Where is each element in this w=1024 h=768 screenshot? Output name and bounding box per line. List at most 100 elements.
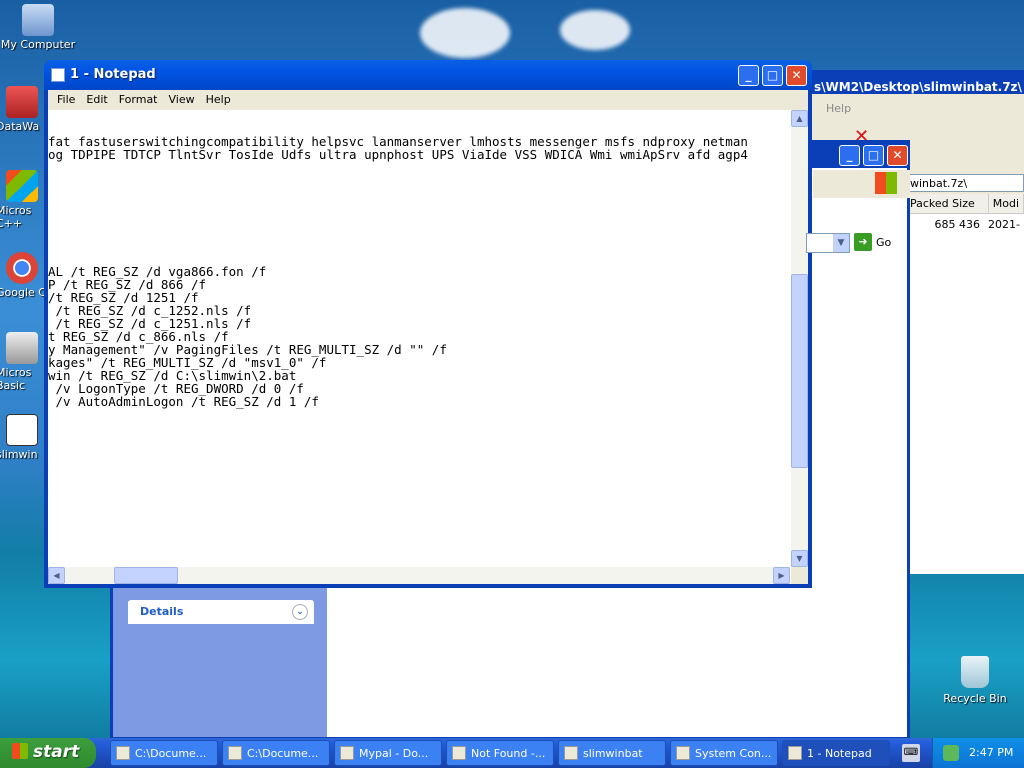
- desktop-icon-label: Microsoft C++: [0, 204, 32, 230]
- sevenzip-menu-help[interactable]: Help: [826, 102, 851, 115]
- vertical-scrollbar[interactable]: ▲ ▼: [791, 110, 808, 567]
- table-row[interactable]: 685 436 2021-: [906, 214, 1024, 233]
- chevron-down-icon[interactable]: ▼: [833, 234, 849, 252]
- notepad-title: 1 - Notepad: [70, 67, 156, 82]
- desktop-icon-my-computer[interactable]: My Computer: [0, 4, 78, 51]
- system-tray: 2:47 PM: [932, 738, 1024, 768]
- details-panel-header[interactable]: Details ⌄: [128, 600, 314, 624]
- text-line: [48, 200, 790, 213]
- windows-logo-icon: [875, 172, 897, 194]
- text-line: [48, 161, 790, 174]
- taskbar-task[interactable]: Mypal - Do...: [334, 740, 442, 766]
- taskbar-tasks: C:\Docume... C:\Docume... Mypal - Do... Not…: [110, 740, 894, 766]
- scroll-left-icon[interactable]: ◀: [48, 567, 65, 584]
- my-computer-icon: [22, 4, 54, 36]
- task-pane: Details ⌄: [113, 580, 327, 737]
- menu-view[interactable]: View: [164, 90, 201, 110]
- text-line: [48, 213, 790, 226]
- 7zip-icon: [116, 746, 130, 760]
- menu-format[interactable]: Format: [114, 90, 164, 110]
- menu-file[interactable]: File: [52, 90, 81, 110]
- system-config-icon: [676, 746, 690, 760]
- taskbar-task[interactable]: Not Found -...: [446, 740, 554, 766]
- cell-packed-size: 685 436: [934, 218, 981, 231]
- folder-icon: [564, 746, 578, 760]
- text-line: [48, 187, 790, 200]
- mypal-icon: [340, 746, 354, 760]
- text-line: [48, 174, 790, 187]
- 7zip-icon: [6, 414, 38, 446]
- clock[interactable]: 2:47 PM: [969, 746, 1013, 759]
- sevenzip-window-title: s\WM2\Desktop\slimwinbat.7z\: [814, 80, 1022, 94]
- taskbar-task[interactable]: System Con...: [670, 740, 778, 766]
- taskbar-task-label: Not Found -...: [471, 747, 546, 760]
- sevenzip-file-list: 685 436 2021-: [906, 214, 1024, 574]
- taskbar-task-label: C:\Docume...: [247, 747, 319, 760]
- text-line: [48, 226, 790, 239]
- menu-help[interactable]: Help: [201, 90, 237, 110]
- close-button[interactable]: ✕: [786, 65, 807, 86]
- 7zip-icon: [228, 746, 242, 760]
- notepad-window: 1 - Notepad _ □ ✕ File Edit Format View …: [44, 60, 812, 588]
- cell-modified: 2021-: [988, 218, 1020, 231]
- notepad-icon: [51, 68, 65, 82]
- keyboard-icon[interactable]: ⌨: [902, 744, 920, 762]
- notepad-menubar: File Edit Format View Help: [48, 90, 808, 110]
- close-button[interactable]: ✕: [887, 145, 908, 166]
- taskbar-task-label: System Con...: [695, 747, 772, 760]
- microsoft-cpp-icon: [6, 170, 38, 202]
- taskbar-task[interactable]: C:\Docume...: [110, 740, 218, 766]
- browser-icon: [452, 746, 466, 760]
- sevenzip-column-headers: Packed Size Modi: [906, 194, 1024, 214]
- resize-grip[interactable]: [791, 567, 808, 584]
- tray-app-icon[interactable]: [943, 745, 959, 761]
- scroll-down-icon[interactable]: ▼: [791, 550, 808, 567]
- scroll-thumb[interactable]: [114, 567, 178, 584]
- taskbar-task[interactable]: slimwinbat: [558, 740, 666, 766]
- scroll-up-icon[interactable]: ▲: [791, 110, 808, 127]
- text-line: [48, 239, 790, 252]
- notepad-text-area[interactable]: fat fastuserswitchingcompatibility helps…: [48, 110, 790, 566]
- windows-logo-icon: [12, 743, 28, 759]
- column-header-modified[interactable]: Modi: [989, 194, 1024, 213]
- notepad-icon: [788, 746, 802, 760]
- maximize-button[interactable]: □: [863, 145, 884, 166]
- taskbar: start C:\Docume... C:\Docume... Mypal - Do…: [0, 738, 1024, 768]
- go-button[interactable]: ➜ Go: [854, 233, 891, 251]
- scroll-thumb[interactable]: [791, 274, 808, 468]
- menu-edit[interactable]: Edit: [81, 90, 113, 110]
- text-line: og TDPIPE TDTCP TlntSvr TosIde Udfs ultr…: [48, 147, 748, 162]
- taskbar-task-label: Mypal - Do...: [359, 747, 429, 760]
- chrome-icon: [6, 252, 38, 284]
- address-dropdown[interactable]: ▼: [806, 233, 850, 253]
- go-arrow-icon: ➜: [854, 233, 872, 251]
- maximize-button[interactable]: □: [762, 65, 783, 86]
- cloud: [420, 8, 510, 58]
- details-label: Details: [140, 605, 184, 618]
- chevron-down-icon[interactable]: ⌄: [292, 604, 308, 620]
- desktop-icon-recycle-bin[interactable]: Recycle Bin: [940, 656, 1010, 705]
- column-header-packed-size[interactable]: Packed Size: [906, 194, 989, 213]
- recycle-bin-icon: [961, 656, 989, 688]
- datawa-icon: [6, 86, 38, 118]
- notepad-titlebar[interactable]: 1 - Notepad _ □ ✕: [44, 60, 812, 90]
- microsoft-basic-icon: [6, 332, 38, 364]
- desktop-icon-label: Microsoft Basic: [0, 366, 32, 392]
- start-label: start: [33, 742, 80, 762]
- desktop-icon-label: Recycle Bin: [943, 692, 1007, 705]
- text-line: /v AutoAdminLogon /t REG_SZ /d 1 /f: [48, 394, 319, 409]
- taskbar-task-label: 1 - Notepad: [807, 747, 872, 760]
- minimize-button[interactable]: _: [839, 145, 860, 166]
- notepad-editor[interactable]: fat fastuserswitchingcompatibility helps…: [48, 110, 808, 584]
- taskbar-task-label: slimwinbat: [583, 747, 643, 760]
- sevenzip-path-field[interactable]: winbat.7z\: [906, 174, 1024, 192]
- horizontal-scrollbar[interactable]: ◀ ▶: [48, 567, 790, 584]
- taskbar-task[interactable]: 1 - Notepad: [782, 740, 890, 766]
- minimize-button[interactable]: _: [738, 65, 759, 86]
- go-label: Go: [876, 235, 892, 249]
- taskbar-task[interactable]: C:\Docume...: [222, 740, 330, 766]
- desktop-icon-label: My Computer: [0, 38, 76, 51]
- cloud: [560, 10, 630, 50]
- scroll-right-icon[interactable]: ▶: [773, 567, 790, 584]
- start-button[interactable]: start: [0, 738, 96, 768]
